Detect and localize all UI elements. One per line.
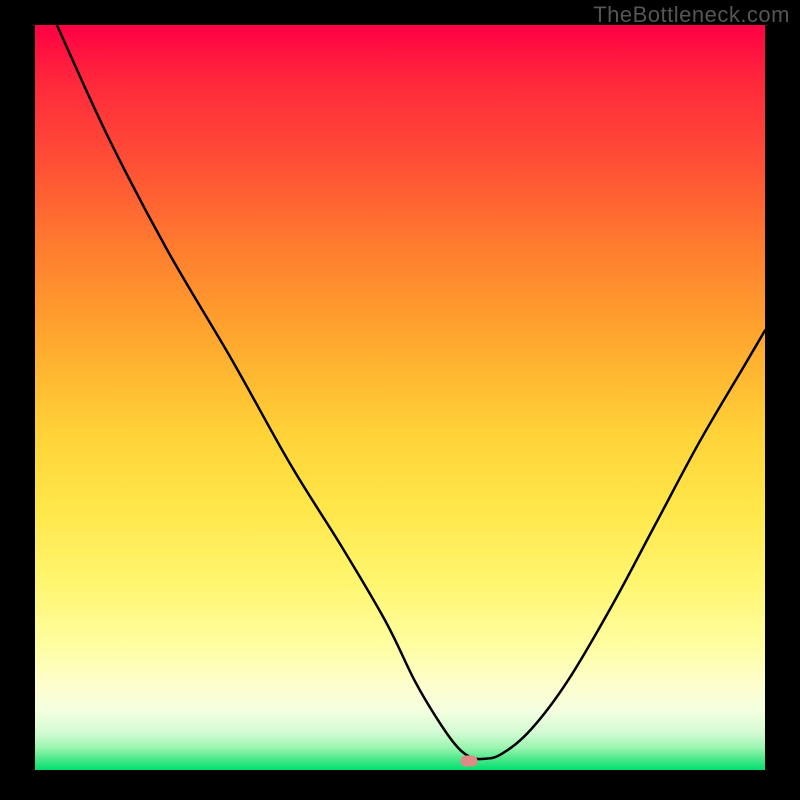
minimum-marker — [461, 756, 478, 767]
chart-svg — [35, 25, 765, 770]
bottleneck-curve — [57, 25, 765, 759]
plot-area — [35, 25, 765, 770]
chart-frame: TheBottleneck.com — [0, 0, 800, 800]
watermark-text: TheBottleneck.com — [593, 2, 790, 28]
